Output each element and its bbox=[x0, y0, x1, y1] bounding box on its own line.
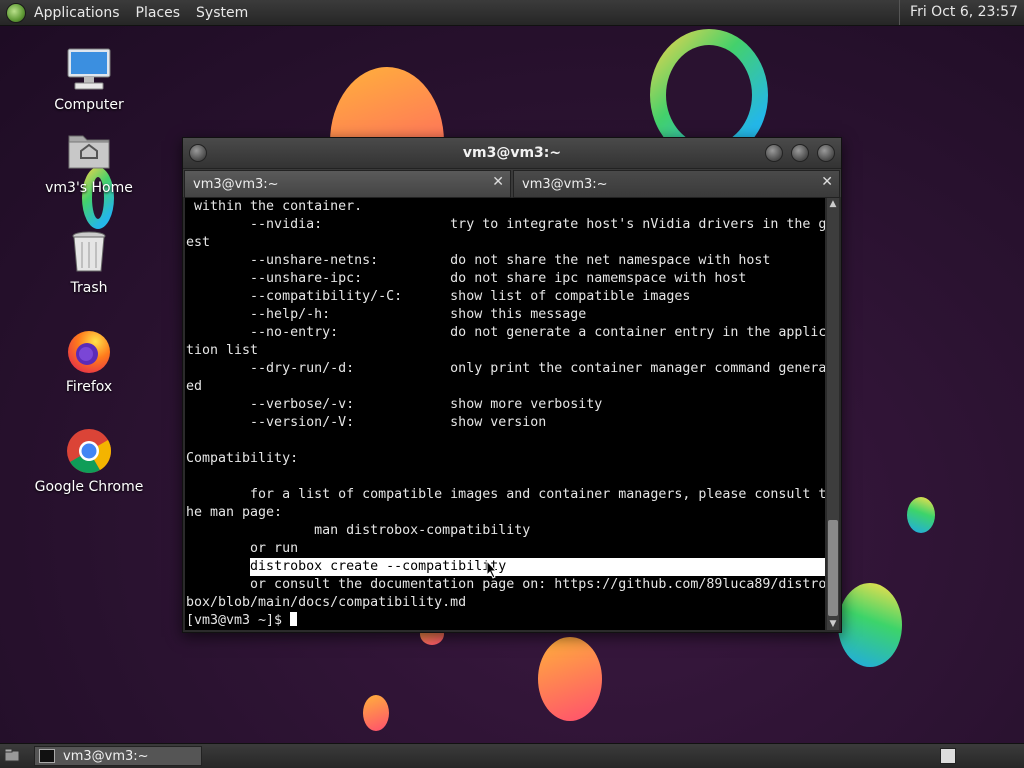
terminal-line: for a list of compatible images and cont… bbox=[186, 487, 825, 502]
scroll-up-arrow-icon[interactable]: ▲ bbox=[827, 198, 839, 210]
clock[interactable]: Fri Oct 6, 23:57 bbox=[899, 0, 1024, 25]
show-desktop-icon[interactable] bbox=[4, 748, 20, 762]
desktop-icon-chrome[interactable]: Google Chrome bbox=[29, 427, 149, 495]
close-button[interactable] bbox=[817, 144, 835, 162]
mouse-pointer-icon bbox=[486, 560, 498, 579]
terminal-line: --no-entry: do not generate a container … bbox=[186, 325, 825, 340]
maximize-button[interactable] bbox=[791, 144, 809, 162]
terminal-line: --nvidia: try to integrate host's nVidia… bbox=[186, 217, 825, 232]
terminal-icon bbox=[39, 749, 55, 763]
terminal-line: est bbox=[186, 235, 211, 250]
terminal-window[interactable]: vm3@vm3:~ vm3@vm3:~ ✕ vm3@vm3:~ ✕ within… bbox=[182, 137, 842, 633]
desktop-icon-home[interactable]: vm3's Home bbox=[29, 128, 149, 196]
desktop-icon-computer[interactable]: Computer bbox=[29, 45, 149, 113]
main-menu: Applications Places System bbox=[26, 0, 256, 25]
wallpaper-shape bbox=[538, 637, 602, 721]
taskbar-label: vm3@vm3:~ bbox=[63, 748, 149, 764]
terminal-line: or consult the documentation page on: ht… bbox=[186, 577, 825, 592]
text-cursor bbox=[290, 612, 298, 626]
desktop-icon-label: Google Chrome bbox=[34, 479, 144, 495]
computer-icon bbox=[65, 45, 113, 93]
wallpaper-shape bbox=[907, 497, 935, 533]
shell-prompt: [vm3@vm3 ~]$ bbox=[186, 613, 291, 628]
system-menu[interactable]: System bbox=[188, 5, 256, 21]
terminal-line: --unshare-ipc: do not share ipc namemspa… bbox=[186, 271, 747, 286]
terminal-text: within the container. --nvidia: try to i… bbox=[186, 198, 825, 630]
tab-terminal-2[interactable]: vm3@vm3:~ ✕ bbox=[513, 170, 840, 198]
desktop-icon-firefox[interactable]: Firefox bbox=[29, 327, 149, 395]
terminal-line: ed bbox=[186, 379, 203, 394]
tab-close-icon[interactable]: ✕ bbox=[492, 174, 504, 190]
wallpaper-shape bbox=[838, 583, 902, 667]
terminal-line: --compatibility/-C: show list of compati… bbox=[186, 289, 691, 304]
terminal-line: --unshare-netns: do not share the net na… bbox=[186, 253, 771, 268]
tab-label: vm3@vm3:~ bbox=[522, 176, 608, 192]
desktop-icon-trash[interactable]: Trash bbox=[29, 228, 149, 296]
terminal-line: tion list bbox=[186, 343, 259, 358]
desktop-icon-label: vm3's Home bbox=[45, 180, 133, 196]
terminal-line: man distrobox-compatibility bbox=[186, 523, 531, 538]
desktop-icon-label: Firefox bbox=[65, 379, 113, 395]
top-panel: Applications Places System Fri Oct 6, 23… bbox=[0, 0, 1024, 26]
applications-menu[interactable]: Applications bbox=[26, 5, 128, 21]
scroll-down-arrow-icon[interactable]: ▼ bbox=[827, 618, 839, 630]
minimize-button[interactable] bbox=[765, 144, 783, 162]
wallpaper-shape bbox=[363, 695, 389, 731]
firefox-icon bbox=[65, 327, 113, 375]
tab-label: vm3@vm3:~ bbox=[193, 176, 279, 192]
terminal-line: box/blob/main/docs/compatibility.md bbox=[186, 595, 467, 610]
terminal-line: he man page: bbox=[186, 505, 283, 520]
terminal-line: --verbose/-v: show more verbosity bbox=[186, 397, 603, 412]
terminal-output[interactable]: within the container. --nvidia: try to i… bbox=[185, 198, 825, 630]
bottom-panel: vm3@vm3:~ bbox=[0, 743, 1024, 768]
terminal-lines: or consult the documentation page on: ht… bbox=[186, 577, 825, 610]
tab-bar: vm3@vm3:~ ✕ vm3@vm3:~ ✕ bbox=[183, 168, 841, 198]
terminal-scrollbar[interactable]: ▲ ▼ bbox=[827, 198, 839, 630]
home-folder-icon bbox=[65, 128, 113, 176]
chrome-icon bbox=[65, 427, 113, 475]
taskbar-terminal-button[interactable]: vm3@vm3:~ bbox=[34, 746, 202, 766]
highlight-indent bbox=[186, 559, 250, 574]
tab-close-icon[interactable]: ✕ bbox=[821, 174, 833, 190]
workspace-switcher[interactable] bbox=[940, 748, 956, 764]
window-menu-button[interactable] bbox=[189, 144, 207, 162]
selected-text: distrobox create --compatibility bbox=[250, 558, 825, 576]
window-title-bar[interactable]: vm3@vm3:~ bbox=[183, 138, 841, 168]
terminal-line: --version/-V: show version bbox=[186, 415, 547, 430]
scrollbar-thumb[interactable] bbox=[828, 520, 838, 616]
tab-terminal-1[interactable]: vm3@vm3:~ ✕ bbox=[184, 170, 511, 198]
desktop-icon-label: Computer bbox=[54, 97, 124, 113]
distro-logo-icon[interactable] bbox=[6, 2, 26, 23]
desktop-icon-label: Trash bbox=[70, 280, 108, 296]
terminal-lines: within the container. --nvidia: try to i… bbox=[186, 199, 825, 556]
terminal-line: Compatibility: bbox=[186, 451, 299, 466]
terminal-line: within the container. bbox=[186, 199, 363, 214]
places-menu[interactable]: Places bbox=[128, 5, 189, 21]
window-title: vm3@vm3:~ bbox=[462, 145, 562, 161]
terminal-line: or run bbox=[186, 541, 299, 556]
trash-icon bbox=[65, 228, 113, 276]
terminal-line: --dry-run/-d: only print the container m… bbox=[186, 361, 825, 376]
terminal-line: --help/-h: show this message bbox=[186, 307, 587, 322]
